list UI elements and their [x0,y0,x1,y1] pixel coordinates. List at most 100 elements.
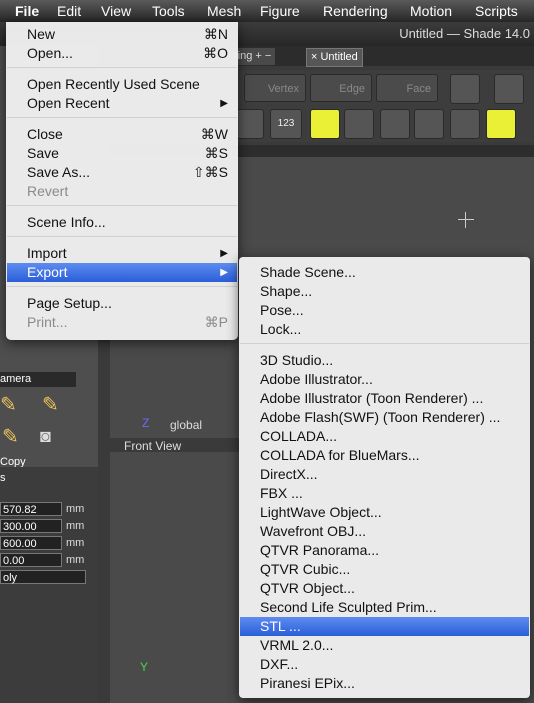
menu-item-save[interactable]: Save ⌘S [27,144,228,163]
menu-file-label: File [15,3,40,19]
menu-separator [240,343,529,344]
menu-item-revert: Revert [27,182,228,201]
rotate-icon[interactable] [494,74,524,104]
tool-icon[interactable] [236,109,264,139]
field-value[interactable]: 570.82 [0,502,62,516]
field-unit: mm [66,520,85,532]
menu-item-scene-info[interactable]: Scene Info... [27,213,228,232]
export-item[interactable]: Piranesi EPix... [260,674,355,693]
field-unit: mm [66,537,85,549]
properties-label: s [0,472,6,484]
light-icon[interactable]: ✎ [0,392,30,422]
mesh-icon[interactable] [380,109,410,139]
export-item[interactable]: FBX ... [260,484,303,503]
menu-mesh[interactable]: Mesh [207,3,241,19]
menu-item-open-recently-used[interactable]: Open Recently Used Scene [27,75,228,94]
tool-icon-2[interactable]: ✎ [2,424,32,454]
numeric-label: 123 [277,118,295,129]
item-shortcut: ⌘S [204,145,228,161]
export-item[interactable]: QTVR Panorama... [260,541,379,560]
export-item[interactable]: DirectX... [260,465,318,484]
menu-separator [7,286,237,287]
item-label: Open... [27,45,73,61]
export-item[interactable]: Lock... [260,320,301,339]
field-value[interactable]: 600.00 [0,536,62,550]
field-value[interactable]: 0.00 [0,553,62,567]
menu-tools[interactable]: Tools [152,3,185,19]
export-item-stl-selected[interactable]: STL ... [240,617,529,636]
submenu-arrow-icon: ▶ [220,248,228,259]
export-item[interactable]: Shade Scene... [260,263,356,282]
item-label: Export [27,264,68,280]
point-icon[interactable] [414,109,444,139]
item-label: Save As... [27,164,91,180]
face-label: Face [406,83,431,95]
item-label: Open Recently Used Scene [27,76,200,92]
window-title: Untitled — Shade 14.0 [399,26,530,41]
export-item[interactable]: LightWave Object... [260,503,382,522]
spotlight-icon[interactable]: ✎ [42,392,72,422]
menu-item-save-as[interactable]: Save As... ⇧⌘S [27,163,228,182]
surface-icon[interactable] [486,109,516,139]
field-value[interactable]: oly [0,570,86,584]
item-label: Page Setup... [27,295,112,311]
crosshair-icon [458,212,474,228]
edge-mode-button[interactable]: Edge [310,74,372,102]
menu-separator [7,117,237,118]
front-view-label: Front View [124,439,182,453]
face-mode-button[interactable]: Face [376,74,438,102]
export-item[interactable]: VRML 2.0... [260,636,333,655]
marquee-select-icon[interactable] [450,74,480,104]
menu-view[interactable]: View [101,3,131,19]
camera-icon[interactable]: ◙ [40,426,70,450]
menu-motion[interactable]: Motion [410,3,452,19]
field-unit: mm [66,503,85,515]
export-item[interactable]: Wavefront OBJ... [260,522,366,541]
menu-scripts[interactable]: Scripts [475,3,518,19]
export-item[interactable]: Pose... [260,301,304,320]
export-item[interactable]: QTVR Cubic... [260,560,350,579]
y-axis-label: Y [140,660,149,674]
menu-item-open[interactable]: Open... ⌘O [27,44,228,63]
export-item[interactable]: Second Life Sculpted Prim... [260,598,437,617]
item-label: New [27,26,56,42]
edge-label: Edge [339,83,365,95]
cube-icon[interactable] [344,109,374,139]
item-label: Save [27,145,59,161]
export-item[interactable]: 3D Studio... [260,351,333,370]
path-icon[interactable] [450,109,480,139]
item-label: Open Recent [27,95,110,111]
menu-rendering[interactable]: Rendering [323,3,388,19]
menu-edit[interactable]: Edit [57,3,81,19]
vertex-mode-button[interactable]: Vertex [244,74,306,102]
export-item[interactable]: QTVR Object... [260,579,355,598]
export-item[interactable]: Adobe Illustrator (Toon Renderer) ... [260,389,483,408]
global-label: global [170,418,203,432]
item-shortcut: ⌘P [204,314,228,330]
field-unit: mm [66,554,85,566]
item-shortcut: ⌘O [203,45,228,61]
z-axis-label: Z [142,416,150,430]
export-item[interactable]: COLLADA... [260,427,337,446]
menu-separator [7,205,237,206]
menu-item-open-recent[interactable]: Open Recent ▶ [27,94,228,113]
field-value[interactable]: 300.00 [0,519,62,533]
menu-item-close[interactable]: Close ⌘W [27,125,228,144]
grid-snap-icon[interactable] [310,109,340,139]
menu-item-import[interactable]: Import ▶ [27,244,228,263]
menu-item-print: Print... ⌘P [27,313,228,332]
numeric-input-button[interactable]: 123 [270,109,302,139]
menu-separator [7,236,237,237]
export-item[interactable]: DXF... [260,655,298,674]
export-item[interactable]: Adobe Flash(SWF) (Toon Renderer) ... [260,408,500,427]
export-item[interactable]: Shape... [260,282,312,301]
menu-item-new[interactable]: New ⌘N [27,25,228,44]
tab-untitled[interactable]: × Untitled [306,48,363,67]
menu-figure[interactable]: Figure [260,3,300,19]
menu-item-export[interactable]: Export ▶ [7,263,237,282]
menu-item-page-setup[interactable]: Page Setup... [27,294,228,313]
export-item[interactable]: COLLADA for BlueMars... [260,446,420,465]
camera-section-header: amera [0,372,76,387]
export-item[interactable]: Adobe Illustrator... [260,370,373,389]
item-shortcut: ⇧⌘S [192,164,228,180]
